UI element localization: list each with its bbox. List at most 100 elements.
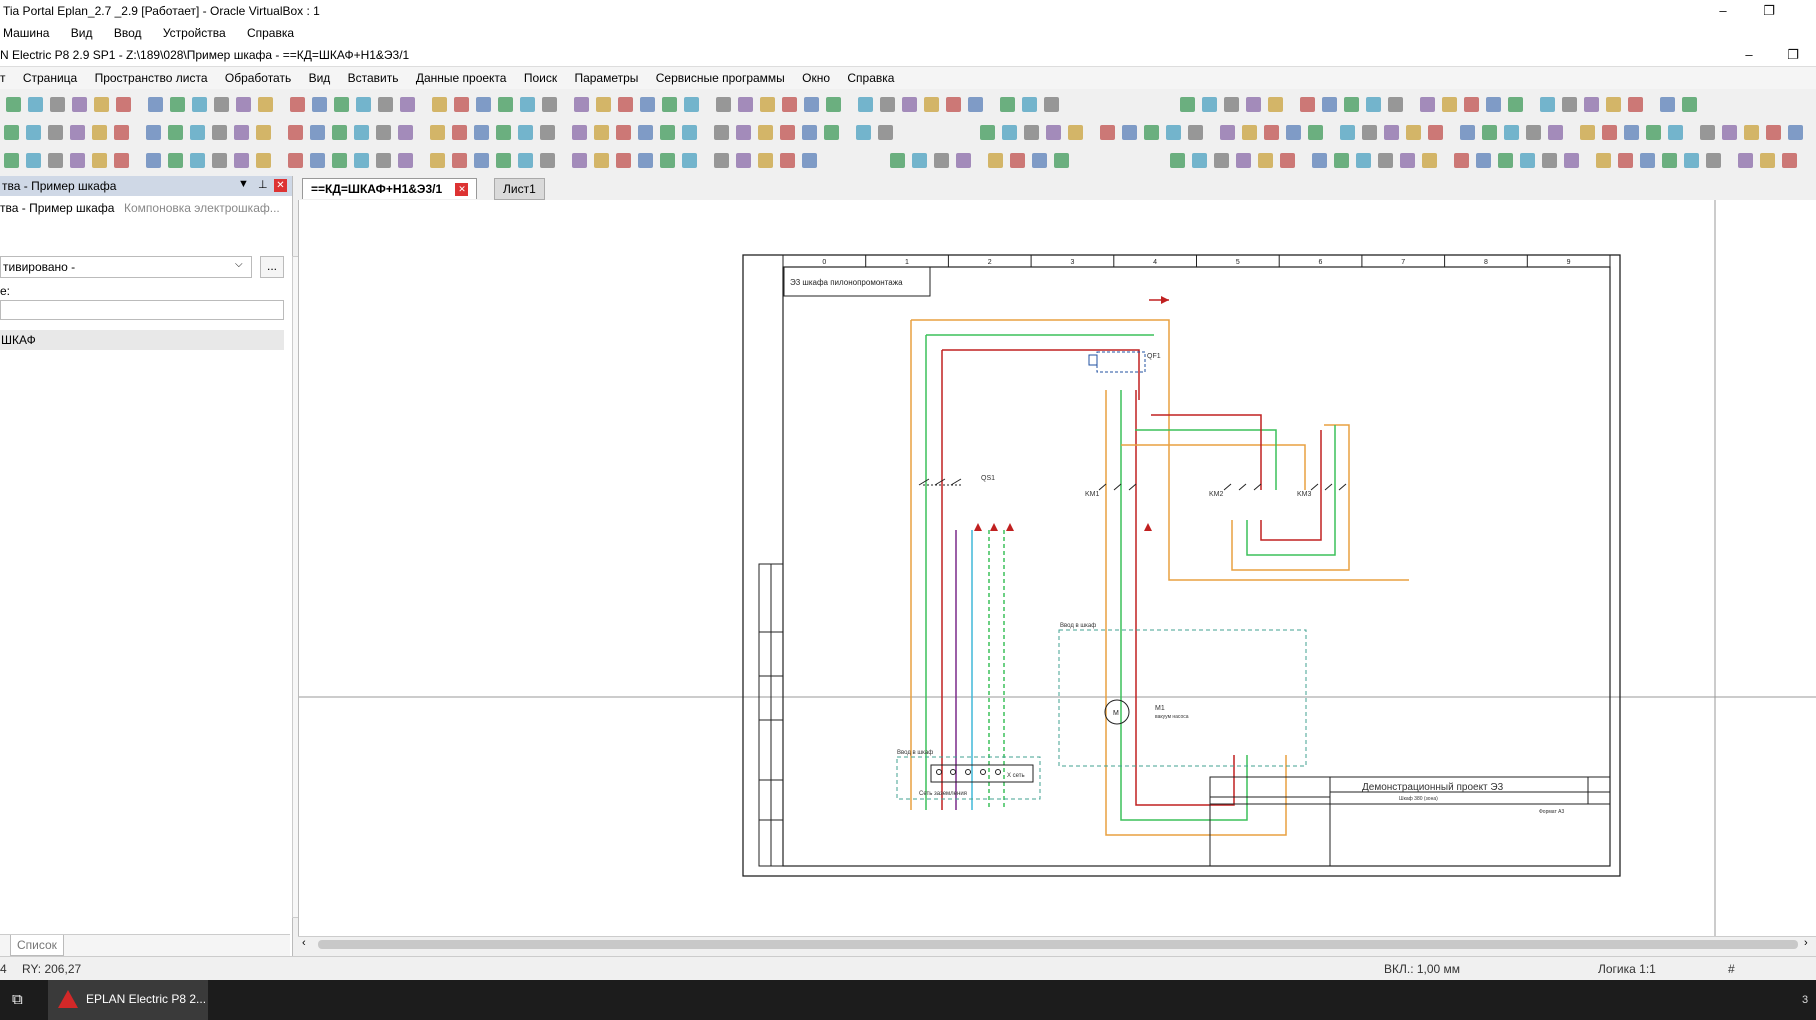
toolbar-button-icon[interactable] (880, 97, 895, 112)
eplan-minimize-button[interactable]: – (1726, 44, 1772, 66)
toolbar-button-icon[interactable] (736, 125, 751, 140)
toolbar-button-icon[interactable] (1486, 97, 1501, 112)
menu-page[interactable]: Страница (23, 67, 77, 89)
toolbar-button-icon[interactable] (736, 153, 751, 168)
toolbar-button-icon[interactable] (168, 125, 183, 140)
toolbar-button-icon[interactable] (714, 153, 729, 168)
toolbar-button-icon[interactable] (714, 125, 729, 140)
toolbar-button-icon[interactable] (780, 153, 795, 168)
toolbar-button-icon[interactable] (1010, 153, 1025, 168)
toolbar-button-icon[interactable] (398, 153, 413, 168)
toolbar-button-icon[interactable] (1322, 97, 1337, 112)
toolbar-button-icon[interactable] (1300, 97, 1315, 112)
toolbar-button-icon[interactable] (1388, 97, 1403, 112)
menu-find[interactable]: Поиск (524, 67, 557, 89)
vbox-menu-help[interactable]: Справка (247, 22, 294, 44)
toolbar-button-icon[interactable] (1068, 125, 1083, 140)
toolbar-button-icon[interactable] (1170, 153, 1185, 168)
toolbar-button-icon[interactable] (594, 153, 609, 168)
toolbar-button-icon[interactable] (1202, 97, 1217, 112)
toolbar-button-icon[interactable] (312, 97, 327, 112)
toolbar-button-icon[interactable] (234, 153, 249, 168)
maximize-button[interactable]: ❐ (1746, 0, 1792, 22)
toolbar-button-icon[interactable] (684, 97, 699, 112)
toolbar-button-icon[interactable] (256, 153, 271, 168)
toolbar-button-icon[interactable] (1788, 125, 1803, 140)
toolbar-button-icon[interactable] (310, 125, 325, 140)
toolbar-button-icon[interactable] (310, 153, 325, 168)
toolbar-button-icon[interactable] (452, 125, 467, 140)
toolbar-button-icon[interactable] (1596, 153, 1611, 168)
menu-utilities[interactable]: Сервисные программы (656, 67, 785, 89)
toolbar-button-icon[interactable] (988, 153, 1003, 168)
schematic-drawing[interactable]: 0123456789 Э3 шкафа пилонопромонтажа QF1… (299, 200, 1816, 936)
toolbar-button-icon[interactable] (540, 125, 555, 140)
toolbar-button-icon[interactable] (94, 97, 109, 112)
toolbar-button-icon[interactable] (856, 125, 871, 140)
toolbar-button-icon[interactable] (912, 153, 927, 168)
toolbar-button-icon[interactable] (356, 97, 371, 112)
toolbar-button-icon[interactable] (618, 97, 633, 112)
tree-item-cabinet[interactable]: ШКАФ (0, 330, 284, 350)
toolbar-button-icon[interactable] (660, 125, 675, 140)
toolbar-button-icon[interactable] (1366, 97, 1381, 112)
menu-view[interactable]: Вид (309, 67, 331, 89)
toolbar-button-icon[interactable] (1264, 125, 1279, 140)
vbox-menu-devices[interactable]: Устройства (163, 22, 226, 44)
toolbar-button-icon[interactable] (1640, 153, 1655, 168)
toolbar-button-icon[interactable] (190, 153, 205, 168)
toolbar-button-icon[interactable] (256, 125, 271, 140)
toolbar-button-icon[interactable] (946, 97, 961, 112)
toolbar-button-icon[interactable] (146, 125, 161, 140)
toolbar-button-icon[interactable] (474, 125, 489, 140)
toolbar-button-icon[interactable] (758, 153, 773, 168)
toolbar-button-icon[interactable] (378, 97, 393, 112)
toolbar-button-icon[interactable] (454, 97, 469, 112)
toolbar-button-icon[interactable] (1520, 153, 1535, 168)
toolbar-button-icon[interactable] (498, 97, 513, 112)
toolbar-button-icon[interactable] (1268, 97, 1283, 112)
toolbar-button-icon[interactable] (1464, 97, 1479, 112)
toolbar-button-icon[interactable] (1024, 125, 1039, 140)
toolbar-button-icon[interactable] (1220, 125, 1235, 140)
tab-list[interactable]: Список (10, 935, 64, 956)
toolbar-button-icon[interactable] (518, 125, 533, 140)
toolbar-button-icon[interactable] (1542, 153, 1557, 168)
toolbar-button-icon[interactable] (1602, 125, 1617, 140)
toolbar-button-icon[interactable] (782, 97, 797, 112)
toolbar-button-icon[interactable] (1362, 125, 1377, 140)
toolbar-button-icon[interactable] (258, 97, 273, 112)
toolbar-button-icon[interactable] (288, 125, 303, 140)
menu-window[interactable]: Окно (802, 67, 830, 89)
dropdown-arrow-icon[interactable]: ▼ (238, 178, 249, 190)
toolbar-button-icon[interactable] (1400, 153, 1415, 168)
toolbar-button-icon[interactable] (574, 97, 589, 112)
toolbar-button-icon[interactable] (1122, 125, 1137, 140)
toolbar-button-icon[interactable] (858, 97, 873, 112)
toolbar-button-icon[interactable] (1356, 153, 1371, 168)
toolbar-button-icon[interactable] (716, 97, 731, 112)
toolbar-button-icon[interactable] (1526, 125, 1541, 140)
toolbar-button-icon[interactable] (572, 125, 587, 140)
horizontal-scrollbar[interactable]: ‹ › (298, 936, 1816, 953)
toolbar-button-icon[interactable] (1166, 125, 1181, 140)
toolbar-button-icon[interactable] (332, 125, 347, 140)
toolbar-button-icon[interactable] (496, 125, 511, 140)
close-icon[interactable]: ✕ (274, 179, 287, 192)
toolbar-button-icon[interactable] (1618, 153, 1633, 168)
menu-edit[interactable]: Обработать (225, 67, 291, 89)
toolbar-button-icon[interactable] (1646, 125, 1661, 140)
toolbar-button-icon[interactable] (902, 97, 917, 112)
toolbar-button-icon[interactable] (1504, 125, 1519, 140)
toolbar-button-icon[interactable] (116, 97, 131, 112)
close-icon[interactable]: ✕ (455, 183, 469, 197)
toolbar-button-icon[interactable] (1214, 153, 1229, 168)
toolbar-button-icon[interactable] (1032, 153, 1047, 168)
toolbar-button-icon[interactable] (1344, 97, 1359, 112)
toolbar-button-icon[interactable] (924, 97, 939, 112)
menu-project-data[interactable]: Данные проекта (416, 67, 507, 89)
toolbar-button-icon[interactable] (542, 97, 557, 112)
toolbar-button-icon[interactable] (214, 97, 229, 112)
toolbar-button-icon[interactable] (474, 153, 489, 168)
toolbar-button-icon[interactable] (1660, 97, 1675, 112)
